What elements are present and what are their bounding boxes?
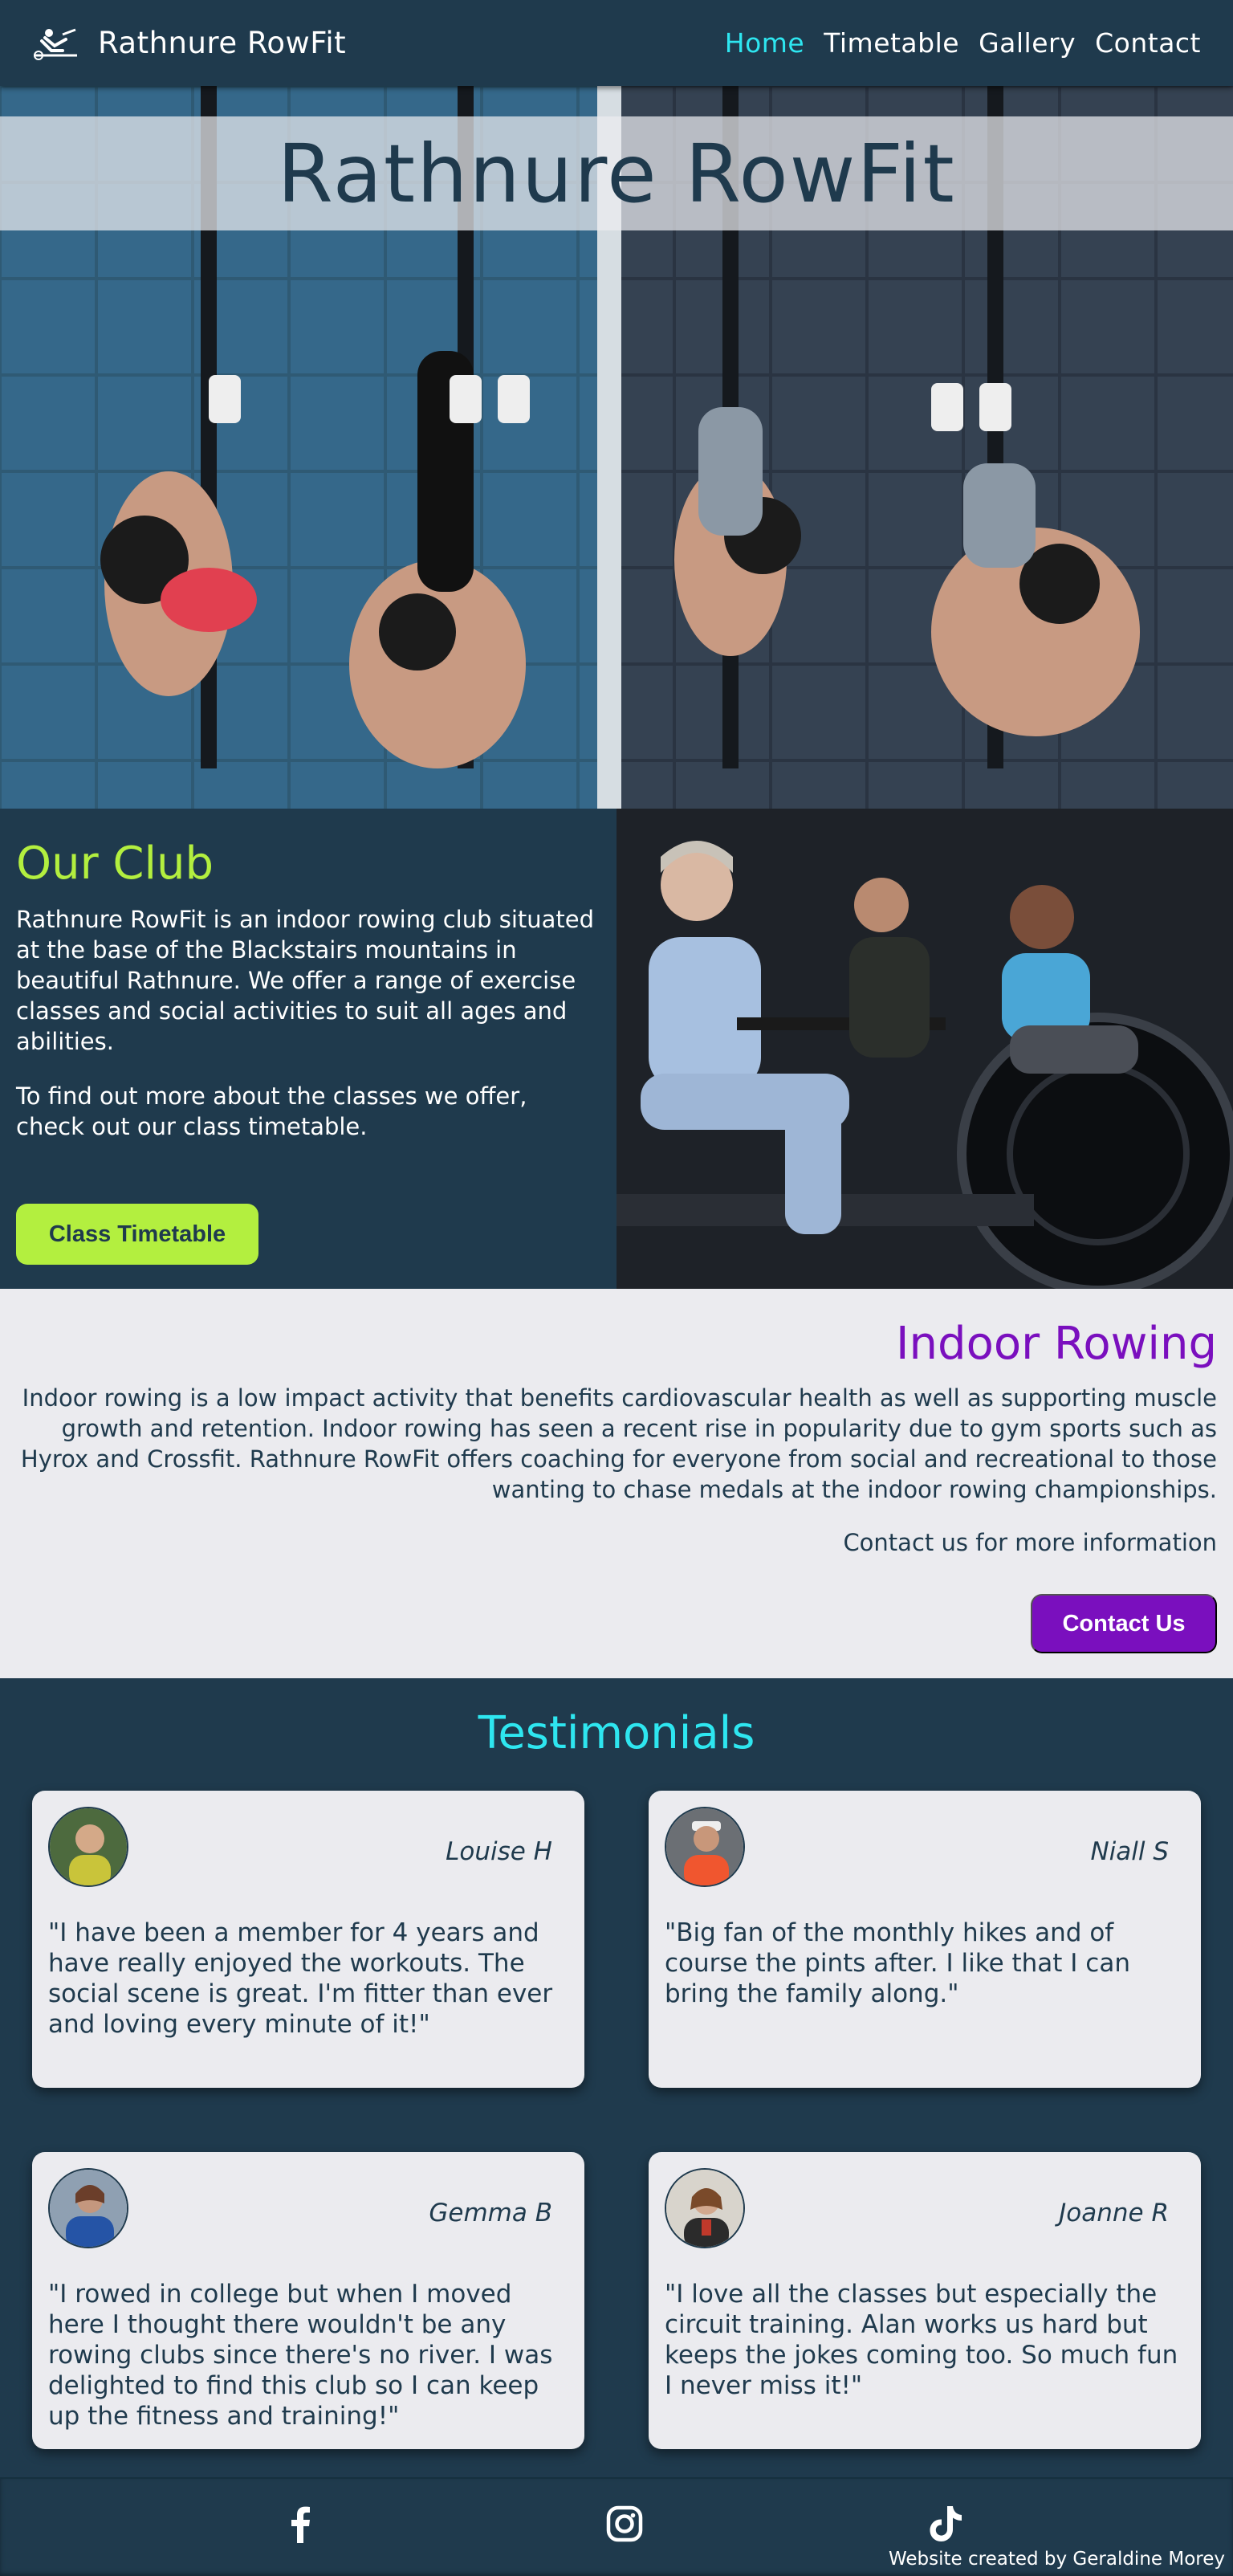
hero-title-banner: Rathnure RowFit <box>0 116 1233 230</box>
instagram-icon <box>606 2505 643 2542</box>
club-timetable-text: To find out more about the classes we of… <box>16 1082 527 1140</box>
club-rowing-photo <box>616 809 1233 1289</box>
avatar-photo <box>50 1808 127 1885</box>
footer-credit: Website created by Geraldine Morey <box>888 2549 1225 2570</box>
brand[interactable]: Rathnure RowFit <box>31 25 346 62</box>
testimonials-section: Testimonials Louise H "I have been a mem… <box>0 1678 1233 2477</box>
club-description: Rathnure RowFit is an indoor rowing club… <box>16 906 595 1055</box>
hero: Rathnure RowFit <box>0 86 1233 809</box>
brand-name: Rathnure RowFit <box>98 26 347 60</box>
avatar-photo <box>666 2170 743 2247</box>
testimonial-card: Louise H "I have been a member for 4 yea… <box>32 1791 584 2088</box>
testimonial-name: Gemma B <box>429 2199 552 2228</box>
tiktok-link[interactable] <box>925 2503 966 2545</box>
club-text: Our Club Rathnure RowFit is an indoor ro… <box>16 838 602 1166</box>
nav-links: Home Timetable Gallery Contact <box>725 27 1201 59</box>
testimonial-card: Joanne R "I love all the classes but esp… <box>649 2152 1201 2449</box>
rower-logo-icon <box>34 28 77 60</box>
testimonials-heading: Testimonials <box>478 1707 755 1759</box>
club-heading: Our Club <box>16 838 214 890</box>
testimonial-quote: "I rowed in college but when I moved her… <box>48 2280 553 2431</box>
testimonial-quote: "I have been a member for 4 years and ha… <box>48 1918 553 2039</box>
avatar <box>48 1807 128 1887</box>
nav-link-timetable[interactable]: Timetable <box>824 27 959 59</box>
testimonial-quote: "I love all the classes but especially t… <box>665 2280 1178 2400</box>
facebook-icon <box>291 2506 310 2543</box>
nav-link-home[interactable]: Home <box>725 27 804 59</box>
footer: Website created by Geraldine Morey <box>0 2477 1233 2576</box>
testimonial-quote: "Big fan of the monthly hikes and of cou… <box>665 1918 1130 2008</box>
rowing-description: Indoor rowing is a low impact activity t… <box>20 1384 1217 1503</box>
avatar-photo <box>666 1808 743 1885</box>
testimonial-card: Niall S "Big fan of the monthly hikes an… <box>649 1791 1201 2088</box>
top-navbar: Rathnure RowFit Home Timetable Gallery C… <box>0 0 1233 86</box>
testimonial-name: Joanne R <box>1059 2199 1169 2228</box>
avatar <box>48 2168 128 2248</box>
hero-title: Rathnure RowFit <box>277 126 956 221</box>
rowing-contact-text: Contact us for more information <box>843 1529 1217 1556</box>
avatar <box>665 2168 745 2248</box>
nav-link-gallery[interactable]: Gallery <box>979 27 1076 59</box>
our-club-section: Our Club Rathnure RowFit is an indoor ro… <box>0 809 1233 1289</box>
avatar-photo <box>50 2170 127 2247</box>
rowing-heading: Indoor Rowing <box>896 1318 1217 1370</box>
class-timetable-button[interactable]: Class Timetable <box>16 1204 258 1265</box>
testimonial-card: Gemma B "I rowed in college but when I m… <box>32 2152 584 2449</box>
testimonial-name: Louise H <box>446 1837 552 1866</box>
instagram-link[interactable] <box>604 2503 645 2545</box>
avatar <box>665 1807 745 1887</box>
club-photo-illustration <box>616 809 1233 1289</box>
tiktok-icon <box>930 2506 962 2541</box>
indoor-rowing-section: Indoor Rowing Indoor rowing is a low imp… <box>0 1289 1233 1678</box>
facebook-link[interactable] <box>279 2503 321 2545</box>
nav-link-contact[interactable]: Contact <box>1095 27 1201 59</box>
contact-us-button[interactable]: Contact Us <box>1031 1594 1217 1653</box>
testimonial-name: Niall S <box>1090 1837 1169 1866</box>
